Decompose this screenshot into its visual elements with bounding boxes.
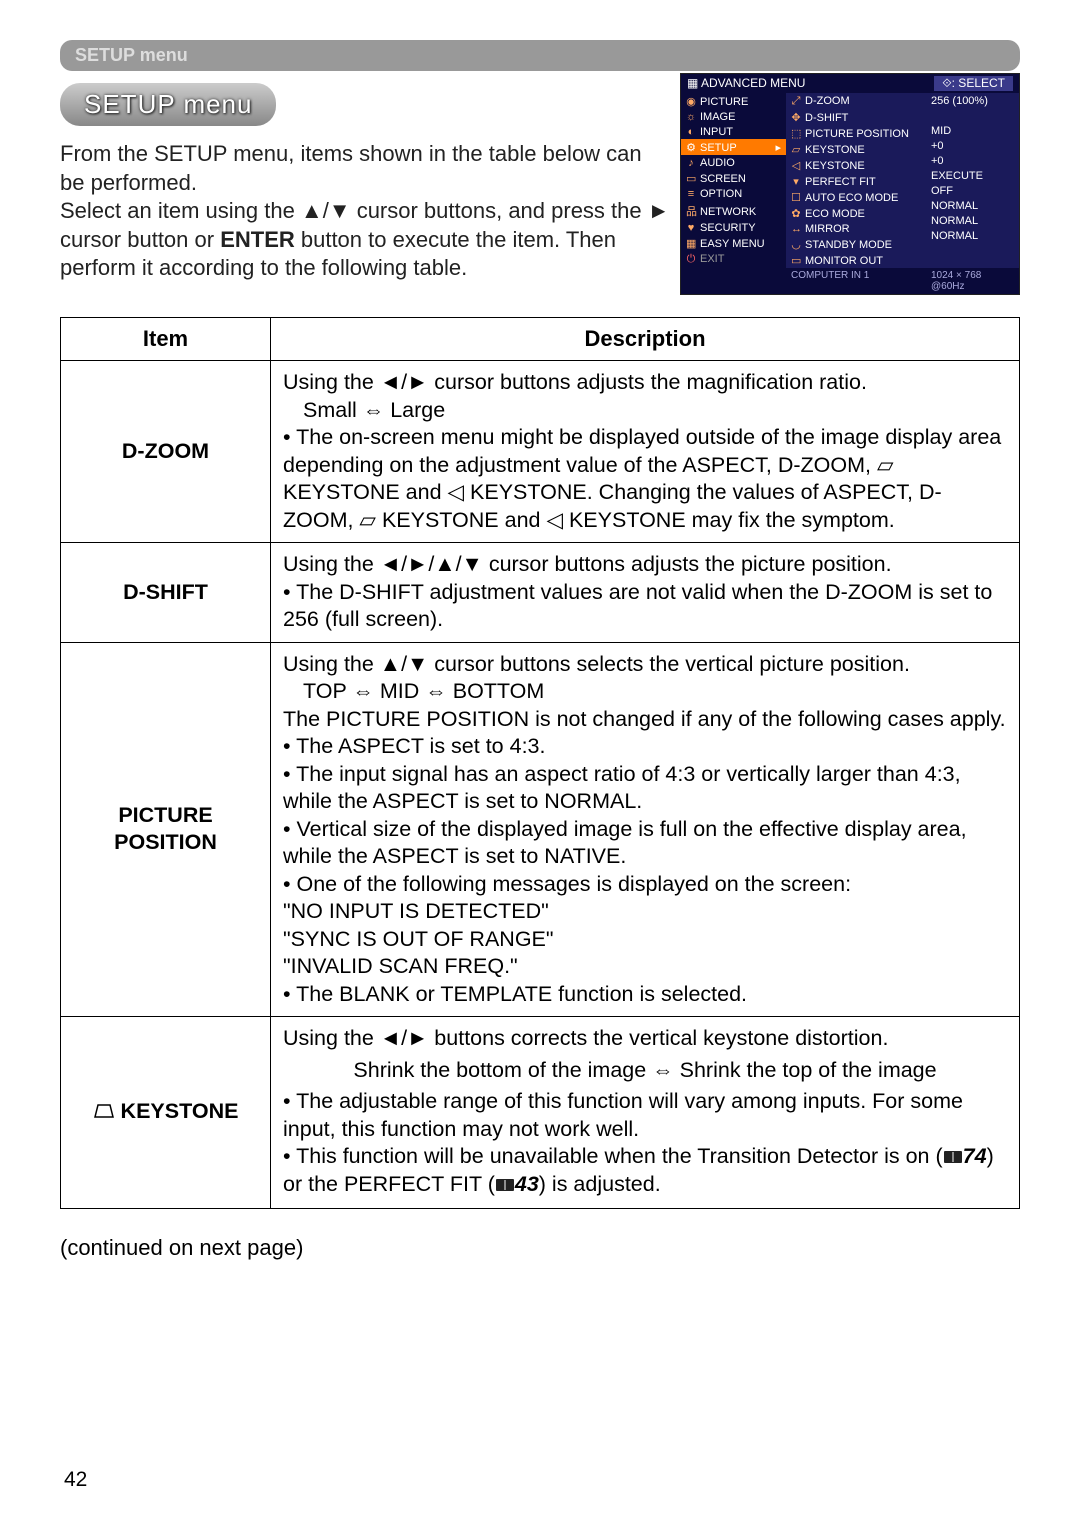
item-picture-position: PICTURE POSITION bbox=[61, 642, 271, 1017]
item-dshift: D-SHIFT bbox=[61, 543, 271, 643]
osd-body: ◉PICTURE ☼IMAGE ◐INPUT ⚙SETUP▸ ♪AUDIO ▭S… bbox=[681, 93, 1019, 268]
table-row: D-SHIFT Using the ◄/►/▲/▼ cursor buttons… bbox=[61, 543, 1020, 643]
osd-header-right: ⟐: SELECT bbox=[934, 76, 1013, 91]
breadcrumb: SETUP menu bbox=[60, 40, 1020, 71]
book-icon bbox=[495, 1172, 515, 1200]
intro-area: SETUP menu From the SETUP menu, items sh… bbox=[60, 83, 1020, 295]
col-item-header: Item bbox=[61, 318, 271, 361]
title-chip: SETUP menu bbox=[60, 83, 276, 126]
desc-keystone: Using the ◄/► buttons corrects the verti… bbox=[271, 1017, 1020, 1208]
intro-text: From the SETUP menu, items shown in the … bbox=[60, 140, 670, 283]
osd-footer: COMPUTER IN 1 1024 × 768 @60Hz bbox=[681, 268, 1019, 294]
continued-label: (continued on next page) bbox=[60, 1235, 1020, 1261]
desc-dzoom: Using the ◄/► cursor buttons adjusts the… bbox=[271, 361, 1020, 543]
osd-header-left: ▦ ADVANCED MENU bbox=[687, 76, 805, 91]
osd-left-col: ◉PICTURE ☼IMAGE ◐INPUT ⚙SETUP▸ ♪AUDIO ▭S… bbox=[681, 93, 786, 268]
onscreen-menu-preview: ▦ ADVANCED MENU ⟐: SELECT ◉PICTURE ☼IMAG… bbox=[680, 73, 1020, 295]
osd-header: ▦ ADVANCED MENU ⟐: SELECT bbox=[681, 74, 1019, 93]
page-number: 42 bbox=[64, 1468, 87, 1492]
table-row: D-ZOOM Using the ◄/► cursor buttons adju… bbox=[61, 361, 1020, 543]
keystone-v-icon bbox=[93, 1099, 115, 1127]
table-row: KEYSTONE Using the ◄/► buttons corrects … bbox=[61, 1017, 1020, 1208]
item-dzoom: D-ZOOM bbox=[61, 361, 271, 543]
enter-label: ENTER bbox=[220, 227, 295, 252]
osd-right-col: 256 (100%) MID +0 +0 EXECUTE OFF NORMAL … bbox=[926, 93, 1019, 268]
setup-table: Item Description D-ZOOM Using the ◄/► cu… bbox=[60, 317, 1020, 1209]
desc-picture-position: Using the ▲/▼ cursor buttons selects the… bbox=[271, 642, 1020, 1017]
table-row: PICTURE POSITION Using the ▲/▼ cursor bu… bbox=[61, 642, 1020, 1017]
col-desc-header: Description bbox=[271, 318, 1020, 361]
desc-dshift: Using the ◄/►/▲/▼ cursor buttons adjusts… bbox=[271, 543, 1020, 643]
intro-line1: From the SETUP menu, items shown in the … bbox=[60, 141, 642, 195]
book-icon bbox=[943, 1144, 963, 1172]
osd-middle-col: ⤢D-ZOOM ✥D-SHIFT ⬚PICTURE POSITION ▱KEYS… bbox=[786, 93, 926, 268]
item-keystone: KEYSTONE bbox=[61, 1017, 271, 1208]
